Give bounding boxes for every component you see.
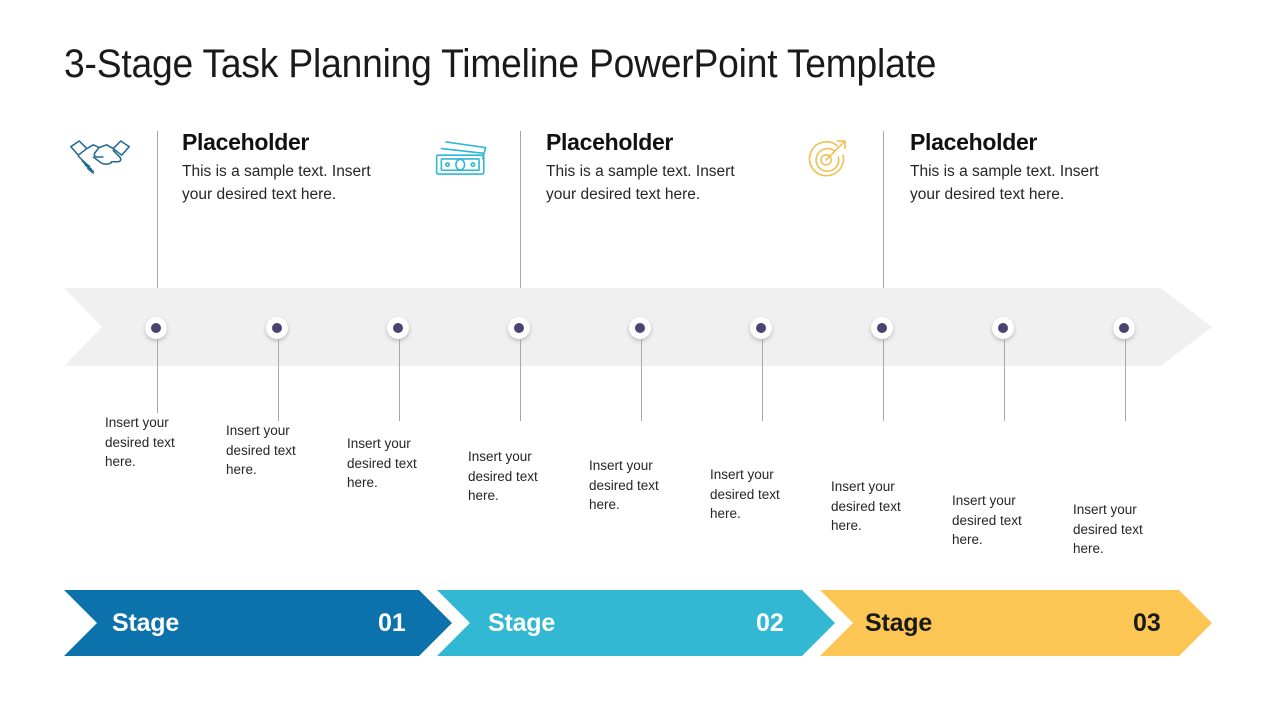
stage-1-number: 01 [378, 609, 406, 637]
milestone-caption-3: Insert your desired text here. [347, 436, 417, 491]
stage-3-label: Stage [865, 609, 933, 637]
milestone-dot-7[interactable] [871, 317, 893, 339]
connector-line-bottom-4 [520, 339, 521, 421]
connector-line-bottom-3 [399, 339, 400, 421]
milestone-dot-6[interactable] [750, 317, 772, 339]
connector-line-bottom-1 [157, 339, 158, 413]
connector-line-bottom-6 [762, 339, 763, 421]
stage-summary-2-body: This is a sample text. Insert your desir… [546, 163, 735, 203]
milestone-caption-9: Insert your desired text here. [1073, 502, 1143, 557]
page-title: 3-Stage Task Planning Timeline PowerPoin… [64, 42, 937, 86]
milestone-dot-9[interactable] [1113, 317, 1135, 339]
milestone-dot-3[interactable] [387, 317, 409, 339]
stage-summary-1-heading: Placeholder [182, 129, 310, 155]
handshake-icon [64, 134, 136, 182]
slide-canvas: 3-Stage Task Planning Timeline PowerPoin… [0, 0, 1280, 720]
milestone-caption-1: Insert your desired text here. [105, 415, 175, 470]
stage-chevron-bar [64, 590, 1212, 656]
milestone-dot-2[interactable] [266, 317, 288, 339]
milestone-dot-5[interactable] [629, 317, 651, 339]
milestone-caption-4: Insert your desired text here. [468, 449, 538, 504]
connector-line-bottom-8 [1004, 339, 1005, 421]
milestone-dot-1[interactable] [145, 317, 167, 339]
connector-line-bottom-5 [641, 339, 642, 421]
connector-line-bottom-9 [1125, 339, 1126, 421]
connector-line-bottom-2 [278, 339, 279, 421]
milestone-dot-4[interactable] [508, 317, 530, 339]
stage-summary-1-body: This is a sample text. Insert your desir… [182, 163, 371, 203]
money-banknotes-icon [428, 134, 500, 182]
stage-1-label: Stage [112, 609, 180, 637]
milestone-caption-8: Insert your desired text here. [952, 493, 1022, 548]
milestone-caption-6: Insert your desired text here. [710, 467, 780, 522]
stage-3-number: 03 [1133, 609, 1161, 637]
stage-summary-2-text: Placeholder This is a sample text. Inser… [546, 129, 736, 206]
stage-summary-3-heading: Placeholder [910, 129, 1038, 155]
connector-line-bottom-7 [883, 339, 884, 421]
stage-summary-3-body: This is a sample text. Insert your desir… [910, 163, 1099, 203]
milestone-caption-5: Insert your desired text here. [589, 458, 659, 513]
stage-summary-3-text: Placeholder This is a sample text. Inser… [910, 129, 1100, 206]
stage-summary-1-text: Placeholder This is a sample text. Inser… [182, 129, 372, 206]
milestone-caption-2: Insert your desired text here. [226, 423, 296, 478]
stage-2-number: 02 [756, 609, 784, 637]
target-arrow-icon [792, 134, 864, 182]
milestone-caption-7: Insert your desired text here. [831, 479, 901, 534]
stage-2-label: Stage [488, 609, 556, 637]
stage-summary-2-heading: Placeholder [546, 129, 674, 155]
milestone-dot-8[interactable] [992, 317, 1014, 339]
